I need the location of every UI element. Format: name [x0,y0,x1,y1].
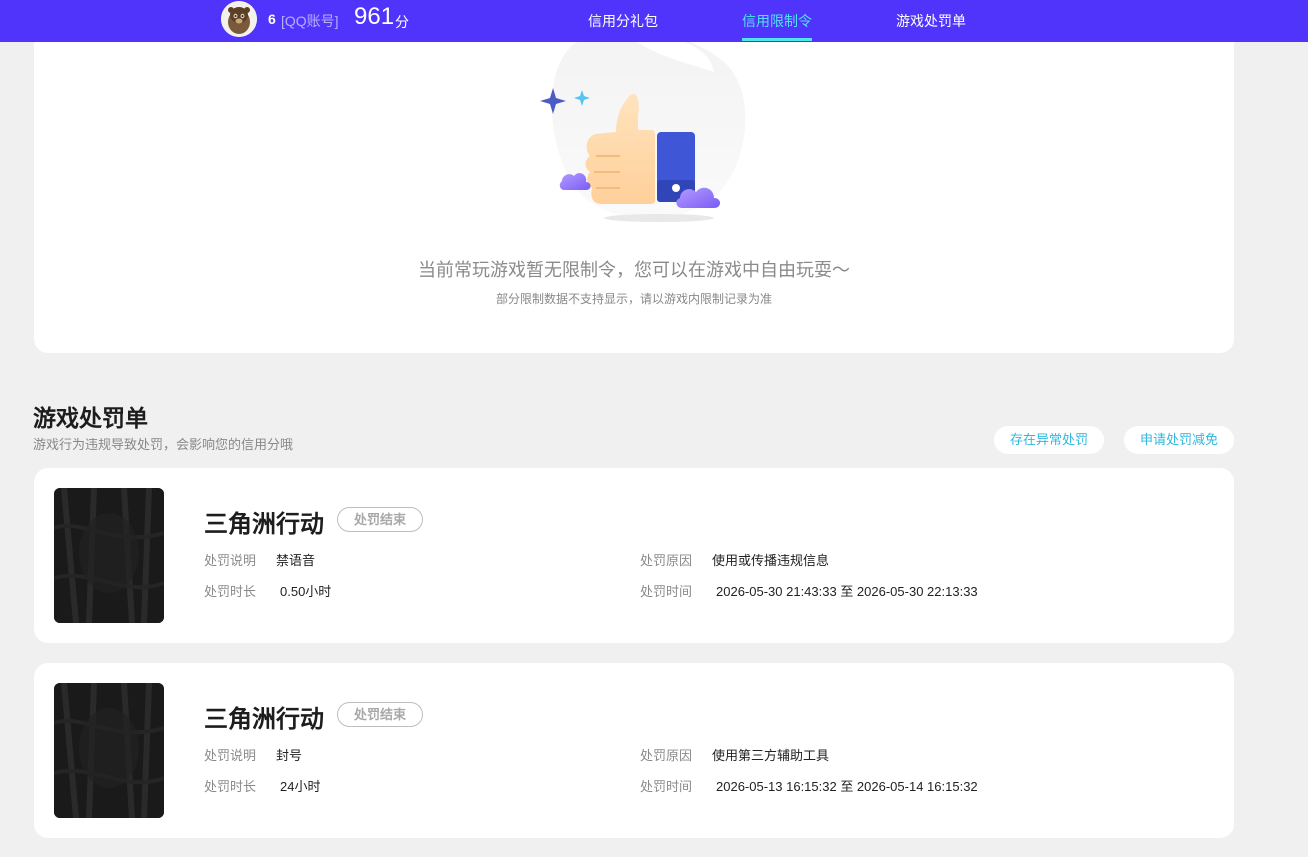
penalty-reason-value: 使用或传播违规信息 [712,553,830,568]
status-badge: 处罚结束 [337,507,423,532]
penalty-desc-value: 封号 [276,748,303,763]
section-title: 游戏处罚单 [33,405,148,431]
empty-state-title: 当前常玩游戏暂无限制令，您可以在游戏中自由玩耍～ [418,260,850,280]
penalty-duration-label: 处罚时长 [204,779,257,794]
penalty-reason-value: 使用第三方辅助工具 [712,748,830,763]
penalty-time-value: 2026-05-13 16:15:32 至 2026-05-14 16:15:3… [716,779,978,794]
penalty-reason-label: 处罚原因 [640,748,693,763]
game-name: 三角洲行动 [204,706,324,733]
penalty-time-label: 处罚时间 [640,584,693,599]
thumbs-up-icon [534,32,754,232]
penalty-desc-label: 处罚说明 [204,553,257,568]
credit-score-unit: 分 [395,14,409,30]
restriction-card: 当前常玩游戏暂无限制令，您可以在游戏中自由玩耍～ 部分限制数据不支持显示，请以游… [34,32,1234,353]
account-type-label: [QQ账号] [281,13,339,29]
tab-credit-gift[interactable]: 信用分礼包 [588,11,658,31]
top-nav-bar: 6 [QQ账号] 961 分 信用分礼包 信用限制令 游戏处罚单 [0,0,1308,42]
penalty-card: 三角洲行动 处罚结束 处罚说明 封号 处罚时长 24小时 处罚原因 使用第三方辅… [34,663,1234,838]
penalty-reason-label: 处罚原因 [640,553,693,568]
empty-state-subtitle: 部分限制数据不支持显示，请以游戏内限制记录为准 [495,292,772,306]
tab-game-penalty[interactable]: 游戏处罚单 [896,11,966,31]
penalty-desc-value: 禁语音 [276,553,316,568]
penalty-duration-value: 0.50小时 [280,584,332,599]
penalty-duration-value: 24小时 [280,779,321,794]
penalty-card: 三角洲行动 处罚结束 处罚说明 禁语音 处罚时长 0.50小时 处罚原因 使用或… [34,468,1234,643]
penalty-desc-label: 处罚说明 [204,748,257,763]
penalty-time-label: 处罚时间 [640,779,693,794]
apply-penalty-reduction-button[interactable]: 申请处罚减免 [1124,426,1234,454]
credit-score: 961 [354,3,395,30]
report-abnormal-penalty-button[interactable]: 存在异常处罚 [994,426,1104,454]
game-cover-image [54,683,164,818]
penalty-time-value: 2026-05-30 21:43:33 至 2026-05-30 22:13:3… [716,584,978,599]
avatar[interactable] [221,1,257,37]
game-name: 三角洲行动 [204,511,324,538]
active-tab-indicator [742,38,812,41]
game-cover-image [54,488,164,623]
penalty-duration-label: 处罚时长 [204,584,257,599]
section-subtitle: 游戏行为违规导致处罚，会影响您的信用分哦 [33,437,294,452]
tab-credit-restriction[interactable]: 信用限制令 [742,11,812,31]
credit-level: 6 [268,11,276,27]
status-badge: 处罚结束 [337,702,423,727]
